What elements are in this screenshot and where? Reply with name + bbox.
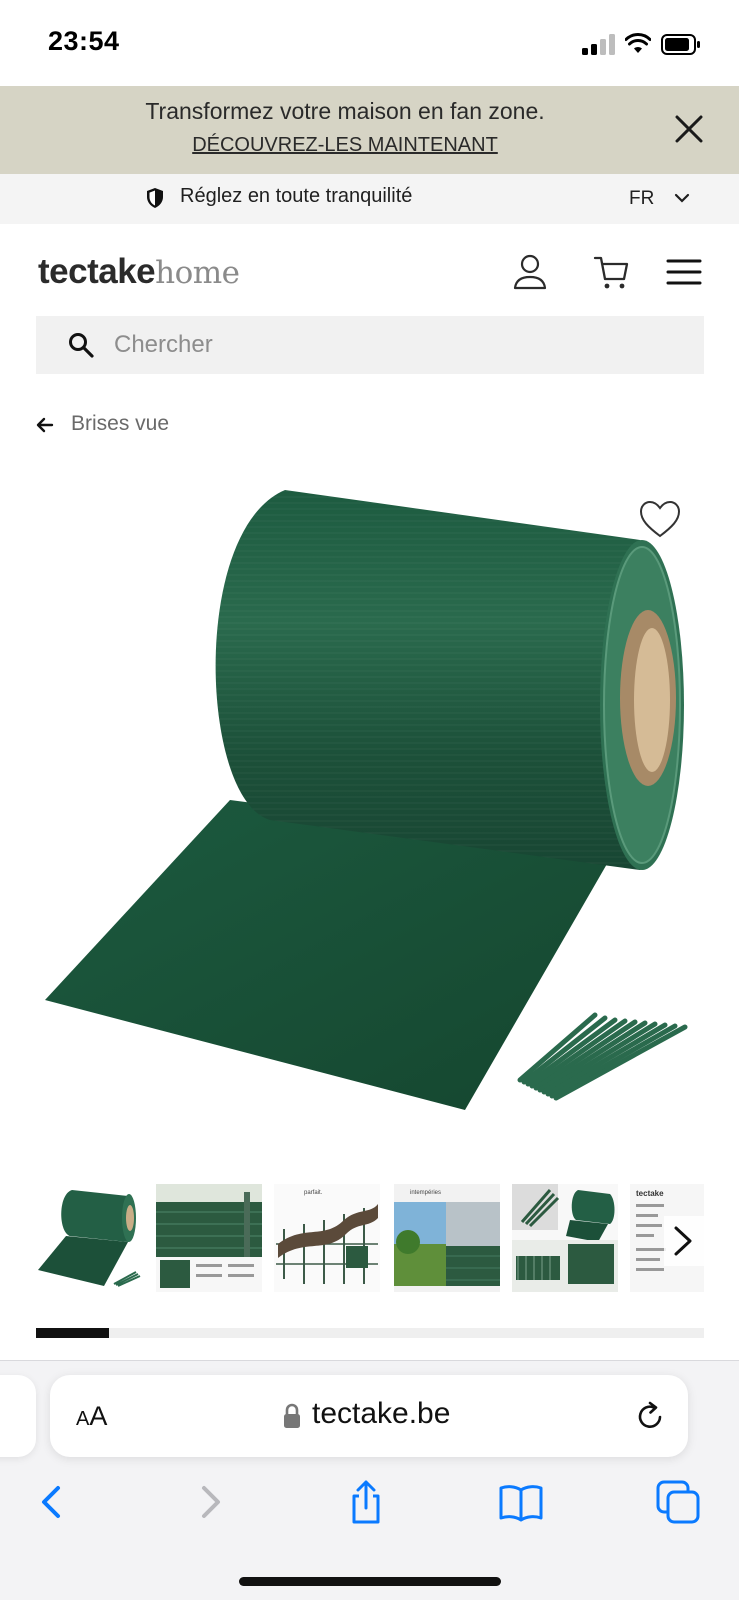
address-bar[interactable]: AA tectake.be bbox=[50, 1375, 688, 1457]
thumbnail-1[interactable] bbox=[36, 1184, 142, 1292]
thumb6-caption: tectake bbox=[636, 1189, 664, 1198]
url-text[interactable]: tectake.be bbox=[312, 1397, 450, 1431]
thumbnail-3[interactable]: parfait. bbox=[274, 1184, 380, 1292]
signal-icon bbox=[582, 33, 618, 55]
share-icon[interactable] bbox=[342, 1478, 390, 1526]
shield-icon bbox=[147, 188, 163, 208]
logo-light: home bbox=[155, 255, 240, 291]
search-input[interactable] bbox=[114, 316, 674, 374]
aa-big: A bbox=[89, 1401, 108, 1431]
back-icon[interactable] bbox=[28, 1478, 76, 1526]
menu-icon[interactable] bbox=[664, 252, 704, 292]
site-logo[interactable]: tectakehome bbox=[38, 252, 240, 292]
back-arrow-icon[interactable] bbox=[36, 416, 54, 434]
status-time: 23:54 bbox=[48, 26, 120, 56]
thumbnail-5[interactable] bbox=[512, 1184, 618, 1292]
chevron-down-icon[interactable] bbox=[674, 192, 690, 204]
bookmarks-icon[interactable] bbox=[497, 1478, 545, 1526]
product-image[interactable] bbox=[30, 470, 710, 1150]
thumbnail-4[interactable]: intempéries bbox=[394, 1184, 500, 1292]
trust-bar: Réglez en toute tranquilité FR bbox=[0, 174, 739, 224]
close-icon[interactable] bbox=[671, 111, 707, 147]
battery-icon bbox=[661, 34, 700, 55]
gallery-progress-fill bbox=[36, 1328, 110, 1338]
breadcrumb-link[interactable]: Brises vue bbox=[71, 412, 169, 436]
home-indicator bbox=[239, 1577, 501, 1586]
reload-icon[interactable] bbox=[634, 1400, 666, 1432]
thumbnail-strip: parfait. intempéries tectake bbox=[36, 1184, 704, 1294]
cart-icon[interactable] bbox=[592, 252, 632, 292]
account-icon[interactable] bbox=[510, 252, 550, 292]
reader-settings-button[interactable]: AA bbox=[76, 1401, 107, 1432]
promo-banner: Transformez votre maison en fan zone. DÉ… bbox=[0, 86, 739, 174]
previous-tab-preview[interactable] bbox=[0, 1375, 36, 1457]
promo-link[interactable]: DÉCOUVREZ-LES MAINTENANT bbox=[0, 134, 690, 157]
tabs-icon[interactable] bbox=[654, 1478, 702, 1526]
chevron-right-icon[interactable] bbox=[664, 1216, 704, 1266]
logo-strong: tectake bbox=[38, 252, 156, 291]
thumb3-caption: parfait. bbox=[304, 1190, 323, 1196]
forward-icon[interactable] bbox=[186, 1478, 234, 1526]
search-icon bbox=[69, 333, 94, 358]
wifi-icon bbox=[625, 33, 651, 53]
trust-text: Réglez en toute tranquilité bbox=[180, 185, 413, 207]
gallery-progress bbox=[36, 1328, 704, 1338]
aa-small: A bbox=[76, 1408, 90, 1430]
thumbnail-2[interactable] bbox=[156, 1184, 262, 1292]
search-bar[interactable] bbox=[36, 316, 704, 374]
language-selector[interactable]: FR bbox=[629, 188, 654, 210]
promo-title: Transformez votre maison en fan zone. bbox=[145, 98, 545, 124]
clips-illustration bbox=[517, 1012, 688, 1101]
status-bar: 23:54 bbox=[0, 0, 739, 86]
thumb4-caption: intempéries bbox=[410, 1190, 441, 1196]
heart-icon[interactable] bbox=[638, 498, 682, 540]
lock-icon bbox=[284, 1403, 300, 1428]
